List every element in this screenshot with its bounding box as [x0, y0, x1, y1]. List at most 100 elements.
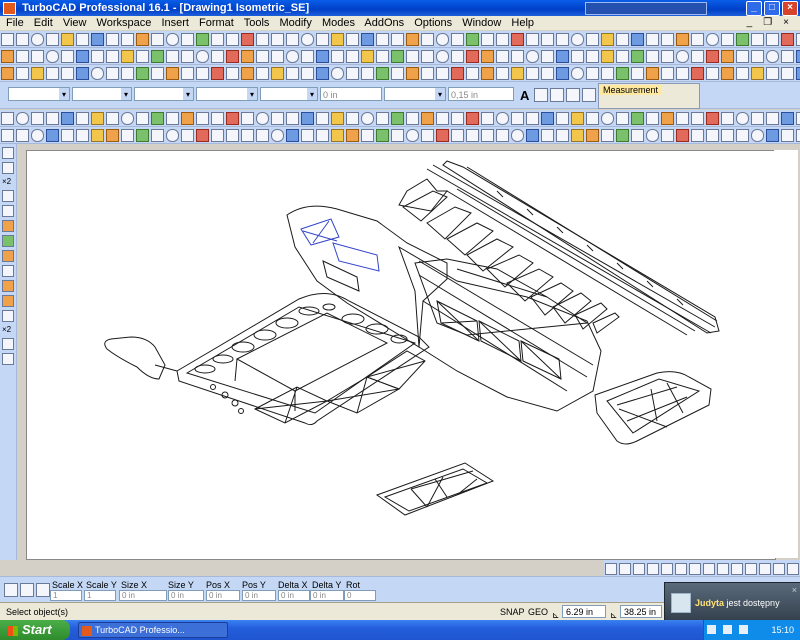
draw-tool-icon[interactable]	[421, 50, 434, 63]
view-tool-icon[interactable]	[451, 112, 464, 125]
draw-tool-icon[interactable]	[526, 50, 539, 63]
snap-intersection-icon[interactable]	[2, 310, 14, 322]
menu-insert[interactable]: Insert	[161, 17, 189, 29]
standard-tool-icon[interactable]	[721, 33, 734, 46]
pos-x-field[interactable]: 0 in	[206, 590, 240, 601]
view-tool-icon[interactable]	[721, 112, 734, 125]
modify-tool-icon[interactable]	[706, 67, 719, 80]
shape-tool-icon[interactable]	[787, 563, 799, 575]
snap-middle-icon[interactable]	[2, 162, 14, 174]
modify-tool-icon[interactable]	[121, 67, 134, 80]
standard-tool-icon[interactable]	[706, 33, 719, 46]
view-tool-icon[interactable]	[61, 112, 74, 125]
modify-tool-icon[interactable]	[331, 67, 344, 80]
draw-tool-icon[interactable]	[301, 50, 314, 63]
modify-tool-icon[interactable]	[496, 67, 509, 80]
modify-tool-icon[interactable]	[136, 67, 149, 80]
modify-tool-icon[interactable]	[151, 67, 164, 80]
modify-tool-icon[interactable]	[301, 67, 314, 80]
modify-tool-icon[interactable]	[106, 67, 119, 80]
coord-x-field[interactable]: 6.29 in	[562, 605, 606, 618]
solid-tool-icon[interactable]	[346, 129, 359, 142]
grid-icon[interactable]	[582, 88, 596, 102]
snap-tangent-icon[interactable]	[2, 265, 14, 277]
solid-tool-icon[interactable]	[331, 129, 344, 142]
minimize-button[interactable]: _	[746, 1, 762, 16]
draw-tool-icon[interactable]	[121, 50, 134, 63]
standard-tool-icon[interactable]	[226, 33, 239, 46]
shape-tool-icon[interactable]	[605, 563, 617, 575]
snap-indicator[interactable]: SNAP	[500, 603, 525, 621]
solid-tool-icon[interactable]	[481, 129, 494, 142]
draw-tool-icon[interactable]	[331, 50, 344, 63]
menu-window[interactable]: Window	[462, 17, 501, 29]
menu-options[interactable]: Options	[414, 17, 452, 29]
modify-tool-icon[interactable]	[781, 67, 794, 80]
view-tool-icon[interactable]	[76, 112, 89, 125]
modify-tool-icon[interactable]	[586, 67, 599, 80]
view-tool-icon[interactable]	[106, 112, 119, 125]
snap-center-icon[interactable]	[2, 190, 14, 202]
snap-x2-icon[interactable]: ×2	[0, 177, 16, 187]
draw-tool-icon[interactable]	[691, 50, 704, 63]
draw-tool-icon[interactable]	[361, 50, 374, 63]
mdi-close-button[interactable]: ×	[783, 16, 789, 30]
solid-tool-icon[interactable]	[136, 129, 149, 142]
draw-tool-icon[interactable]	[496, 50, 509, 63]
solid-tool-icon[interactable]	[436, 129, 449, 142]
modify-tool-icon[interactable]	[181, 67, 194, 80]
draw-tool-icon[interactable]	[781, 50, 794, 63]
solid-tool-icon[interactable]	[91, 129, 104, 142]
solid-tool-icon[interactable]	[196, 129, 209, 142]
standard-tool-icon[interactable]	[751, 33, 764, 46]
solid-tool-icon[interactable]	[571, 129, 584, 142]
view-tool-icon[interactable]	[466, 112, 479, 125]
modify-tool-icon[interactable]	[646, 67, 659, 80]
menu-view[interactable]: View	[63, 17, 87, 29]
draw-tool-icon[interactable]	[1, 50, 14, 63]
solid-tool-icon[interactable]	[76, 129, 89, 142]
menu-file[interactable]: File	[6, 17, 24, 29]
draw-tool-icon[interactable]	[241, 50, 254, 63]
standard-tool-icon[interactable]	[46, 33, 59, 46]
view-tool-icon[interactable]	[256, 112, 269, 125]
shape-tool-icon[interactable]	[647, 563, 659, 575]
view-tool-icon[interactable]	[706, 112, 719, 125]
modify-tool-icon[interactable]	[436, 67, 449, 80]
view-tool-icon[interactable]	[496, 112, 509, 125]
dimension-field-1[interactable]: 0 in	[320, 87, 382, 101]
draw-tool-icon[interactable]	[136, 50, 149, 63]
modify-tool-icon[interactable]	[391, 67, 404, 80]
draw-tool-icon[interactable]	[571, 50, 584, 63]
color-dropdown[interactable]: ▾	[72, 87, 132, 101]
modify-tool-icon[interactable]	[61, 67, 74, 80]
draw-tool-icon[interactable]	[436, 50, 449, 63]
standard-tool-icon[interactable]	[691, 33, 704, 46]
modify-tool-icon[interactable]	[226, 67, 239, 80]
standard-tool-icon[interactable]	[16, 33, 29, 46]
draw-tool-icon[interactable]	[181, 50, 194, 63]
draw-tool-icon[interactable]	[46, 50, 59, 63]
solid-tool-icon[interactable]	[316, 129, 329, 142]
modify-tool-icon[interactable]	[661, 67, 674, 80]
notification-close-button[interactable]: ×	[792, 585, 797, 595]
standard-tool-icon[interactable]	[466, 33, 479, 46]
solid-tool-icon[interactable]	[271, 129, 284, 142]
modify-tool-icon[interactable]	[76, 67, 89, 80]
draw-tool-icon[interactable]	[211, 50, 224, 63]
view-tool-icon[interactable]	[391, 112, 404, 125]
standard-tool-icon[interactable]	[76, 33, 89, 46]
solid-tool-icon[interactable]	[751, 129, 764, 142]
solid-tool-icon[interactable]	[451, 129, 464, 142]
view-tool-icon[interactable]	[571, 112, 584, 125]
view-tool-icon[interactable]	[346, 112, 359, 125]
modify-tool-icon[interactable]	[196, 67, 209, 80]
solid-tool-icon[interactable]	[676, 129, 689, 142]
view-tool-icon[interactable]	[241, 112, 254, 125]
text-format-icon[interactable]	[534, 88, 548, 102]
gear-icon[interactable]	[4, 583, 18, 597]
standard-tool-icon[interactable]	[316, 33, 329, 46]
modify-tool-icon[interactable]	[241, 67, 254, 80]
standard-tool-icon[interactable]	[211, 33, 224, 46]
pen-style-dropdown[interactable]: ▾	[134, 87, 194, 101]
